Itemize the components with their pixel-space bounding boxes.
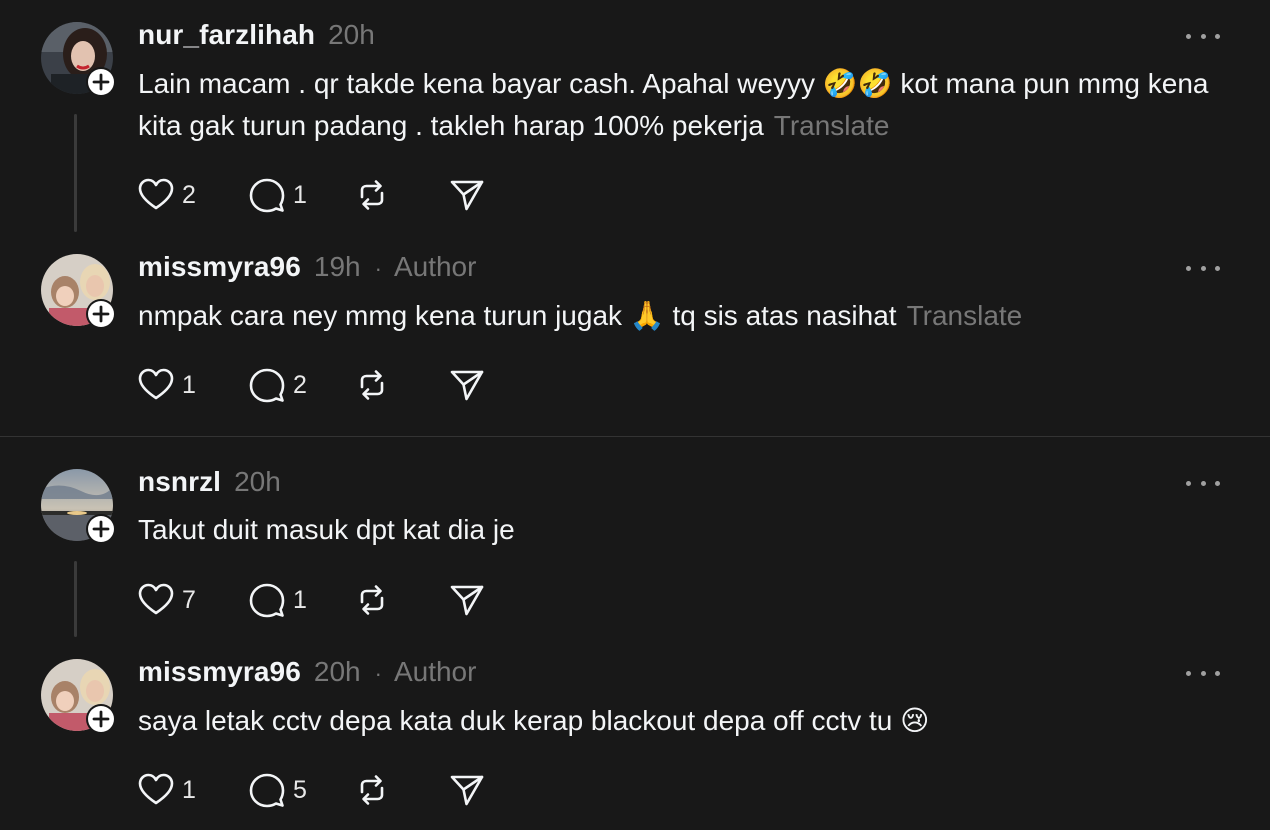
- repost-icon: [354, 367, 390, 403]
- share-button[interactable]: [449, 772, 485, 808]
- comment-bubble-icon: [249, 367, 285, 403]
- reply-text: nmpak cara ney mmg kena turun jugak 🙏 tq…: [138, 295, 1228, 337]
- separator-dot: ·: [374, 661, 382, 686]
- more-options-button[interactable]: [1186, 666, 1220, 680]
- plus-icon: [88, 69, 114, 95]
- avatar[interactable]: [41, 659, 116, 734]
- thread-divider: [0, 436, 1270, 437]
- username[interactable]: nur_farzlihah: [138, 19, 315, 51]
- reply-header: missmyra96 20h · Author: [138, 656, 476, 690]
- comment-header: nur_farzlihah 20h: [138, 19, 375, 53]
- thread-line: [74, 114, 77, 232]
- comment-text-content: Lain macam . qr takde kena bayar cash. A…: [138, 68, 1209, 141]
- thread-line: [74, 561, 77, 637]
- comment-bubble-icon: [249, 177, 285, 213]
- follow-button[interactable]: [86, 704, 116, 734]
- more-options-button[interactable]: [1186, 29, 1220, 43]
- more-horizontal-icon: [1186, 670, 1191, 676]
- comment-text: Lain macam . qr takde kena bayar cash. A…: [138, 63, 1228, 147]
- reply-button[interactable]: 2: [249, 367, 307, 403]
- separator-dot: ·: [374, 256, 382, 281]
- like-count: 1: [182, 775, 196, 804]
- repost-button[interactable]: [354, 177, 390, 213]
- more-horizontal-icon: [1186, 265, 1191, 271]
- reply-count: 2: [293, 370, 307, 399]
- reply-button[interactable]: 1: [249, 582, 307, 618]
- more-options-button[interactable]: [1186, 261, 1220, 275]
- avatar[interactable]: [41, 469, 116, 544]
- timestamp[interactable]: 20h: [328, 19, 375, 51]
- username[interactable]: nsnrzl: [138, 466, 221, 498]
- more-horizontal-icon: [1186, 480, 1191, 486]
- like-button[interactable]: 1: [138, 367, 196, 403]
- share-button[interactable]: [449, 367, 485, 403]
- plus-icon: [88, 301, 114, 327]
- more-options-button[interactable]: [1186, 476, 1220, 490]
- like-count: 2: [182, 180, 196, 209]
- repost-button[interactable]: [354, 772, 390, 808]
- more-horizontal-icon: [1186, 33, 1191, 39]
- comment-bubble-icon: [249, 582, 285, 618]
- repost-button[interactable]: [354, 367, 390, 403]
- send-icon: [449, 367, 485, 403]
- repost-button[interactable]: [354, 582, 390, 618]
- send-icon: [449, 177, 485, 213]
- avatar[interactable]: [41, 22, 116, 97]
- reply-text-content: saya letak cctv depa kata duk kerap blac…: [138, 705, 930, 736]
- heart-icon: [138, 582, 174, 618]
- timestamp[interactable]: 20h: [234, 466, 281, 498]
- heart-icon: [138, 367, 174, 403]
- repost-icon: [354, 582, 390, 618]
- reply-text: saya letak cctv depa kata duk kerap blac…: [138, 700, 1228, 742]
- timestamp[interactable]: 20h: [314, 656, 361, 688]
- send-icon: [449, 772, 485, 808]
- follow-button[interactable]: [86, 514, 116, 544]
- like-button[interactable]: 7: [138, 582, 196, 618]
- comment-text-content: Takut duit masuk dpt kat dia je: [138, 514, 515, 545]
- reply-count: 1: [293, 180, 307, 209]
- like-count: 7: [182, 585, 196, 614]
- follow-button[interactable]: [86, 299, 116, 329]
- heart-icon: [138, 177, 174, 213]
- share-button[interactable]: [449, 177, 485, 213]
- translate-link[interactable]: Translate: [774, 110, 890, 141]
- repost-icon: [354, 772, 390, 808]
- like-button[interactable]: 1: [138, 772, 196, 808]
- timestamp[interactable]: 19h: [314, 251, 361, 283]
- repost-icon: [354, 177, 390, 213]
- like-count: 1: [182, 370, 196, 399]
- reply-header: missmyra96 19h · Author: [138, 251, 476, 285]
- reply-button[interactable]: 1: [249, 177, 307, 213]
- author-badge: Author: [393, 656, 477, 687]
- translate-link[interactable]: Translate: [907, 300, 1023, 331]
- send-icon: [449, 582, 485, 618]
- like-button[interactable]: 2: [138, 177, 196, 213]
- comment-header: nsnrzl 20h: [138, 466, 281, 500]
- author-badge: Author: [393, 251, 477, 282]
- avatar[interactable]: [41, 254, 116, 329]
- follow-button[interactable]: [86, 67, 116, 97]
- username[interactable]: missmyra96: [138, 656, 301, 688]
- reply-button[interactable]: 5: [249, 772, 307, 808]
- share-button[interactable]: [449, 582, 485, 618]
- comment-bubble-icon: [249, 772, 285, 808]
- heart-icon: [138, 772, 174, 808]
- username[interactable]: missmyra96: [138, 251, 301, 283]
- reply-count: 1: [293, 585, 307, 614]
- comment-text: Takut duit masuk dpt kat dia je: [138, 509, 1228, 551]
- plus-icon: [88, 706, 114, 732]
- reply-count: 5: [293, 775, 307, 804]
- reply-text-content: nmpak cara ney mmg kena turun jugak 🙏 tq…: [138, 300, 897, 331]
- plus-icon: [88, 516, 114, 542]
